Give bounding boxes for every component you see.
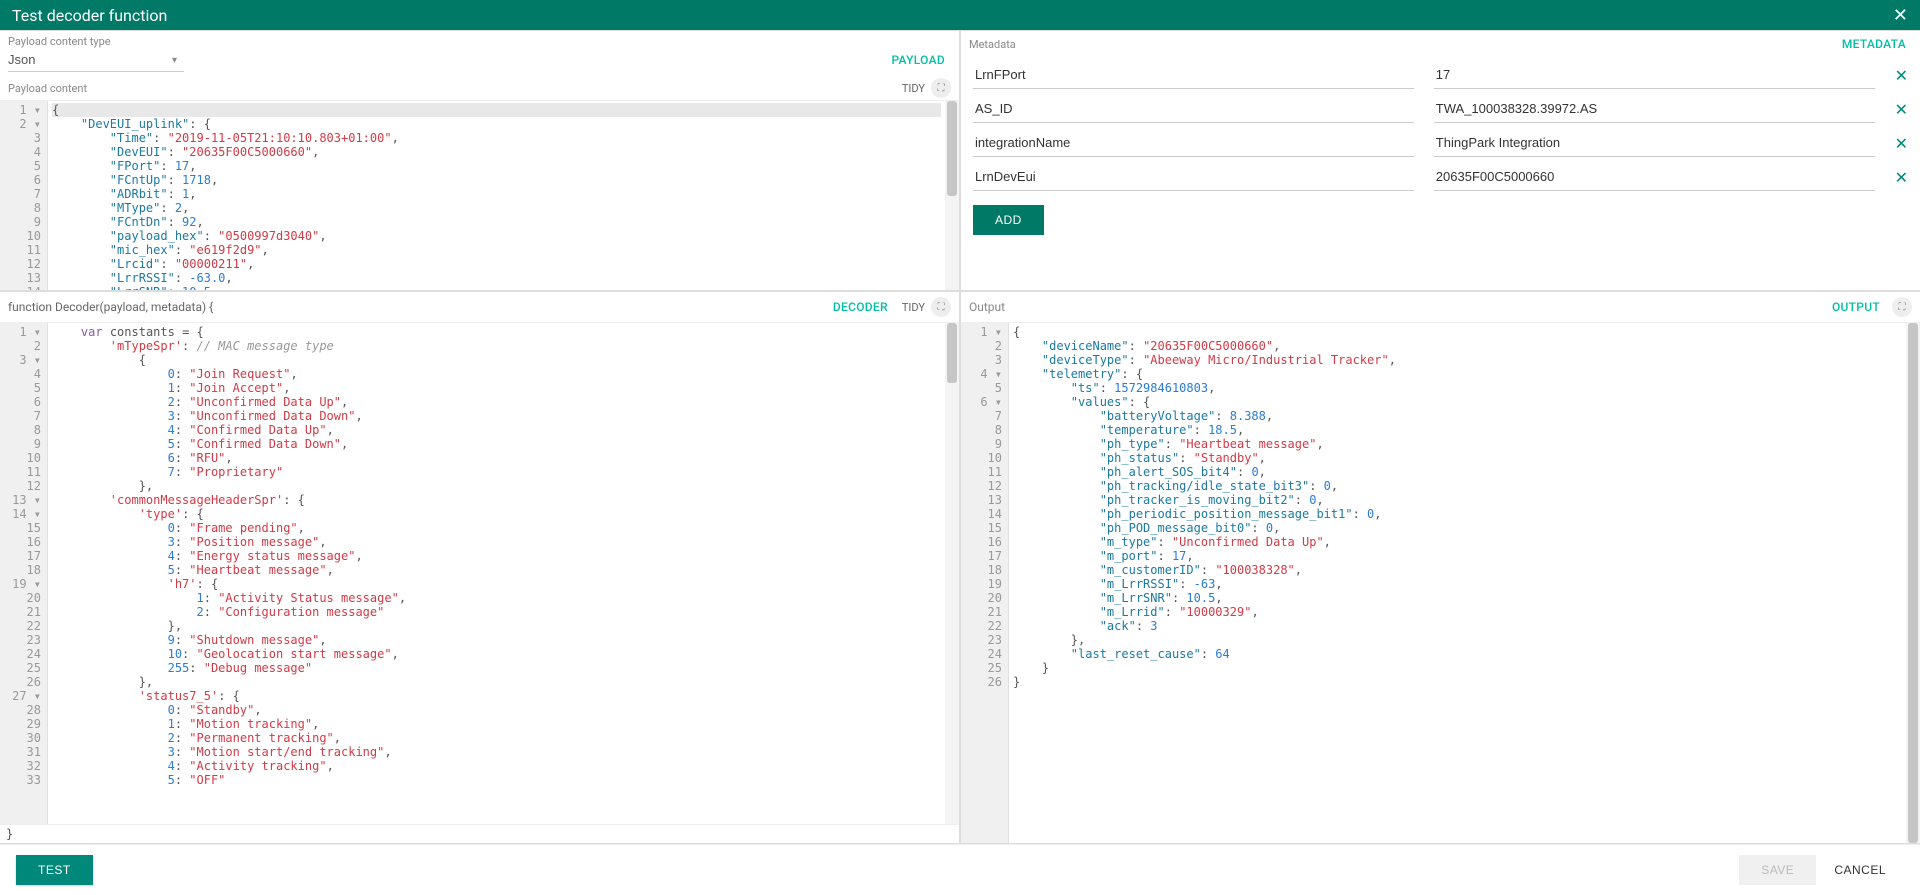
editor-gutter: 1 ▾ 2 3 ▾ 4 5 6 7 8 9 10 11 12 13 ▾ 14 ▾… [0,323,48,824]
decoder-close-brace: } [0,824,959,843]
remove-icon[interactable]: ✕ [1895,66,1908,85]
payload-content-label: Payload content [8,82,87,95]
metadata-panel: Metadata METADATA ✕ ✕ ✕ ✕ ADD [960,31,1920,291]
tidy-button[interactable]: TIDY [902,82,925,95]
dialog-header: Test decoder function ✕ [0,0,1920,30]
dialog-footer: TEST SAVE CANCEL [0,844,1920,895]
remove-icon[interactable]: ✕ [1895,134,1908,153]
output-panel: Output OUTPUT ⛶ 1 ▾ 2 3 4 ▾ 5 6 ▾ 7 8 9 … [960,291,1920,844]
metadata-key-input[interactable] [973,163,1414,191]
metadata-row: ✕ [973,95,1908,123]
metadata-value-input[interactable] [1434,129,1875,157]
payload-code[interactable]: { "DevEUI_uplink": { "Time": "2019-11-05… [48,101,945,290]
metadata-key-input[interactable] [973,95,1414,123]
decoder-panel: function Decoder(payload, metadata) { DE… [0,291,960,844]
payload-button[interactable]: PAYLOAD [885,49,951,71]
payload-panel: Payload content type ▾ PAYLOAD Payload c… [0,31,960,291]
metadata-value-input[interactable] [1434,163,1875,191]
add-button[interactable]: ADD [973,205,1044,235]
decoder-editor[interactable]: 1 ▾ 2 3 ▾ 4 5 6 7 8 9 10 11 12 13 ▾ 14 ▾… [0,322,959,824]
metadata-row: ✕ [973,61,1908,89]
cancel-button[interactable]: CANCEL [1816,855,1904,885]
output-button[interactable]: OUTPUT [1826,296,1886,318]
editor-gutter: 1 ▾ 2 ▾ 3 4 5 6 7 8 9 10 11 12 13 14 15 [0,101,48,290]
editor-gutter: 1 ▾ 2 3 4 ▾ 5 6 ▾ 7 8 9 10 11 12 13 14 1… [961,323,1009,843]
remove-icon[interactable]: ✕ [1895,100,1908,119]
decoder-signature: function Decoder(payload, metadata) { [8,300,213,314]
output-editor: 1 ▾ 2 3 4 ▾ 5 6 ▾ 7 8 9 10 11 12 13 14 1… [961,322,1920,843]
payload-type-label: Payload content type [0,31,959,48]
metadata-value-input[interactable] [1434,61,1875,89]
save-button: SAVE [1739,855,1816,885]
close-icon[interactable]: ✕ [1893,5,1908,26]
expand-icon[interactable]: ⛶ [1892,297,1912,317]
metadata-row: ✕ [973,163,1908,191]
decoder-button[interactable]: DECODER [827,296,894,318]
expand-icon[interactable]: ⛶ [931,297,951,317]
remove-icon[interactable]: ✕ [1895,168,1908,187]
metadata-value-input[interactable] [1434,95,1875,123]
metadata-row: ✕ [973,129,1908,157]
scrollbar[interactable] [1906,323,1920,843]
decoder-code[interactable]: var constants = { 'mTypeSpr': // MAC mes… [48,323,945,824]
dialog-title: Test decoder function [12,6,1893,25]
output-code: { "deviceName": "20635F00C5000660", "dev… [1009,323,1906,843]
scrollbar[interactable] [945,323,959,824]
output-label: Output [969,300,1005,314]
metadata-key-input[interactable] [973,61,1414,89]
metadata-button[interactable]: METADATA [1836,33,1912,55]
payload-editor[interactable]: 1 ▾ 2 ▾ 3 4 5 6 7 8 9 10 11 12 13 14 15 … [0,100,959,290]
tidy-button[interactable]: TIDY [902,301,925,314]
expand-icon[interactable]: ⛶ [931,78,951,98]
metadata-label: Metadata [969,38,1016,51]
test-button[interactable]: TEST [16,855,93,885]
payload-type-select[interactable] [8,48,184,72]
metadata-key-input[interactable] [973,129,1414,157]
scrollbar[interactable] [945,101,959,290]
